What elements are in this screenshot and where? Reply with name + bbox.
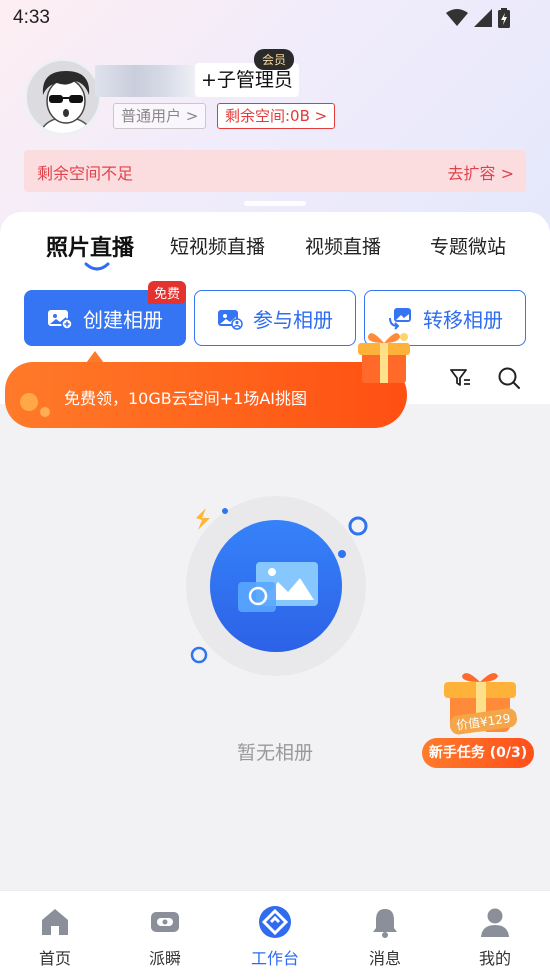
nav-home-label: 首页 (38, 949, 71, 968)
tab-video-live[interactable]: 视频直播 (305, 232, 381, 259)
nav-messages[interactable]: 消息 (345, 905, 425, 969)
home-icon (42, 909, 68, 935)
gift-box-icon (358, 333, 410, 383)
tab-bar: 照片直播 短视频直播 视频直播 专题微站 (0, 228, 550, 268)
storage-warning-text: 剩余空间不足 (37, 164, 134, 183)
user-type-button[interactable]: 普通用户 > (113, 103, 207, 129)
promo-text: 免费领，10GB云空间+1场AI挑图 (64, 389, 307, 408)
search-icon[interactable] (497, 366, 521, 390)
active-tab-indicator (84, 262, 110, 271)
nav-paishun-label: 派瞬 (148, 949, 181, 968)
newbie-task-button[interactable]: 新手任务 (0/3) (422, 738, 534, 768)
status-bar: 4:33 (0, 0, 550, 38)
vip-badge: 会员 (254, 49, 295, 70)
battery-icon (498, 8, 510, 28)
nav-home[interactable]: 首页 (15, 905, 95, 969)
bottom-nav: 首页 派瞬 工作台 消息 我的 (0, 890, 550, 978)
join-album-button[interactable]: 参与相册 (194, 290, 356, 346)
nav-paishun[interactable]: 派瞬 (125, 905, 205, 969)
nav-workbench[interactable]: 工作台 (235, 905, 315, 969)
nav-messages-label: 消息 (368, 949, 401, 968)
tab-topic-microsite[interactable]: 专题微站 (430, 232, 506, 259)
signal-icon (474, 9, 492, 27)
drag-handle[interactable] (244, 201, 306, 206)
bell-icon (373, 909, 397, 938)
transfer-album-label: 转移相册 (423, 307, 503, 332)
create-album-label: 创建相册 (83, 307, 163, 332)
remaining-space-button[interactable]: 剩余空间:0B > (217, 103, 336, 129)
nav-workbench-label: 工作台 (250, 949, 299, 968)
tab-short-video-live[interactable]: 短视频直播 (170, 232, 265, 259)
tab-photo-live[interactable]: 照片直播 (46, 230, 134, 262)
user-icon (481, 908, 509, 937)
album-join-icon (218, 310, 243, 330)
filter-icon[interactable] (448, 366, 472, 390)
status-icons (446, 8, 510, 28)
nav-mine[interactable]: 我的 (455, 905, 535, 969)
empty-album-illustration (186, 496, 368, 676)
status-time: 4:33 (13, 7, 50, 28)
username-blurred (95, 65, 195, 97)
avatar[interactable] (24, 58, 102, 136)
paishun-icon (151, 912, 179, 932)
free-badge: 免费 (148, 281, 187, 304)
wifi-icon (446, 9, 468, 26)
workbench-icon (259, 906, 291, 938)
expand-storage-link[interactable]: 去扩容 > (448, 160, 515, 184)
coin-decoration-icon (20, 393, 50, 417)
join-album-label: 参与相册 (253, 307, 333, 332)
storage-warning-bar: 剩余空间不足 去扩容 > (24, 150, 526, 192)
nav-mine-label: 我的 (478, 949, 511, 968)
album-add-icon (48, 310, 73, 330)
